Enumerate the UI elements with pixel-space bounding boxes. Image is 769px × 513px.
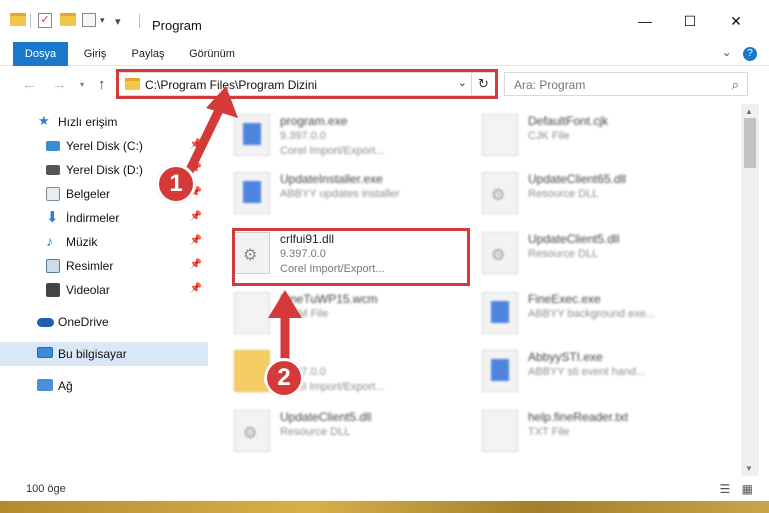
step-callout-2: 2 bbox=[264, 358, 304, 398]
annotation-arrows bbox=[185, 86, 302, 367]
explorer-window: ✓ ▾ ▾ Program — ☐ ✕ Dosya Giriş Paylaş G… bbox=[0, 0, 769, 501]
arrow-two bbox=[268, 290, 302, 367]
desktop-background bbox=[0, 501, 769, 513]
step-callout-1: 1 bbox=[156, 164, 196, 204]
arrow-one bbox=[185, 86, 238, 175]
